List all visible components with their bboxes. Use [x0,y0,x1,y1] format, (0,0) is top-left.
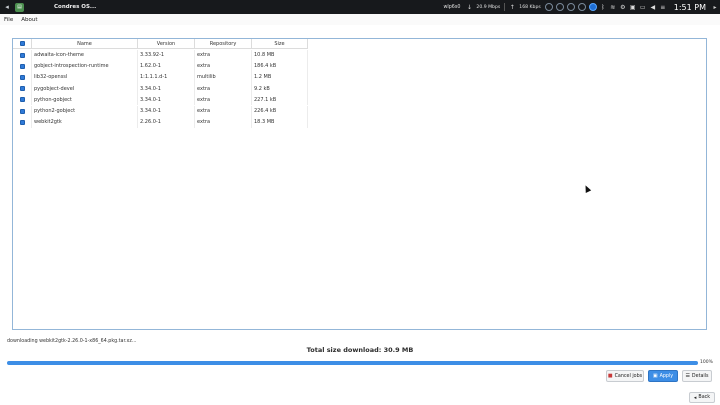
package-size: 227.1 kB [252,94,308,106]
row-checkbox[interactable] [19,63,25,69]
update-notifier-icon[interactable] [588,3,597,11]
package-version: 3.34.0-1 [138,105,195,117]
select-all-header[interactable] [13,39,32,49]
upload-rate: 168 Kbps [519,4,541,10]
package-version: 3.33.92-1 [138,49,195,61]
trash-icon: ■ [607,373,613,379]
table-row[interactable]: gobject-introspection-runtime 1.62.0-1 e… [13,60,308,72]
table-row[interactable]: adwaita-icon-theme 3.33.92-1 extra 10.8 … [13,49,308,61]
package-version: 1.62.0-1 [138,60,195,72]
app-menu-icon[interactable]: ◂ [0,0,14,14]
menu-bar: File About [0,14,720,25]
package-size: 1.2 MB [252,71,308,84]
clock[interactable]: 1:51 PM [674,3,706,12]
package-size: 186.4 kB [252,60,308,72]
app-icon[interactable]: ▤ [15,2,24,12]
menu-lines-icon[interactable]: ≡ [660,4,666,11]
swap-monitor-icon[interactable] [566,3,575,11]
back-label: Back [698,395,711,400]
table-row[interactable]: python-gobject 3.34.0-1 extra 227.1 kB [13,94,308,106]
back-button[interactable]: ◂ Back [689,392,715,403]
cancel-jobs-label: Cancel jobs [614,373,643,379]
row-checkbox[interactable] [19,108,25,114]
bluetooth-icon[interactable]: ᛒ [600,4,606,11]
clipboard-icon[interactable]: ▣ [630,4,636,11]
progress-percent: 100% [700,360,713,365]
column-header-version[interactable]: Version [138,39,195,49]
apply-icon: ▣ [652,373,658,379]
details-icon: ☰ [685,373,690,379]
package-version: 3.34.0-1 [138,83,195,95]
download-arrow-icon: ↓ [466,3,472,11]
package-name: gobject-introspection-runtime [32,60,138,72]
select-all-checkbox[interactable] [19,41,25,46]
settings-icon[interactable]: ⚙ [620,4,626,11]
package-repository: extra [195,116,252,128]
battery-icon[interactable]: ▭ [640,4,646,11]
column-header-size[interactable]: Size [252,39,308,49]
apply-button[interactable]: ▣ Apply [648,370,678,382]
package-repository: extra [195,83,252,95]
download-progress-fill [7,361,698,365]
details-button[interactable]: ☰ Details [682,370,712,382]
download-progress-bar [7,361,698,365]
wifi-icon[interactable]: ≋ [610,4,616,11]
package-name: python-gobject [32,94,138,106]
memory-monitor-icon[interactable] [555,3,564,11]
window-title: Condres OS... [54,4,97,10]
package-size: 9.2 kB [252,83,308,95]
package-size: 18.3 MB [252,116,308,128]
network-name: wlp6s0 [443,4,461,10]
separator [504,3,506,11]
row-checkbox[interactable] [19,86,25,92]
package-table: Name Version Repository Size adwaita-ico… [12,38,707,330]
cancel-jobs-button[interactable]: ■ Cancel jobs [606,370,644,382]
menu-about[interactable]: About [21,17,37,23]
package-name: webkit2gtk [32,116,138,128]
table-row[interactable]: lib32-openssl 1:1.1.1.d-1 multilib 1.2 M… [13,71,308,84]
column-header-name[interactable]: Name [32,39,138,49]
package-repository: extra [195,105,252,117]
cpu-monitor-icon[interactable] [544,3,553,11]
table-row[interactable]: webkit2gtk 2.26.0-1 extra 18.3 MB [13,116,308,128]
column-header-repository[interactable]: Repository [195,39,252,49]
disk-monitor-icon[interactable] [577,3,586,11]
package-name: pygobject-devel [32,83,138,95]
upload-arrow-icon: ↑ [509,3,515,11]
back-icon: ◂ [693,394,697,401]
package-version: 1:1.1.1.d-1 [138,71,195,84]
package-version: 2.26.0-1 [138,116,195,128]
package-size: 10.8 MB [252,49,308,61]
row-checkbox[interactable] [19,52,25,58]
menu-file[interactable]: File [4,17,13,23]
details-label: Details [691,373,709,379]
total-download-size: Total size download: 30.9 MB [306,346,414,354]
package-name: adwaita-icon-theme [32,49,138,61]
row-checkbox[interactable] [19,97,25,103]
package-repository: multilib [195,71,252,84]
row-checkbox[interactable] [19,74,25,80]
table-header: Name Version Repository Size [13,39,308,49]
package-name: python2-gobject [32,105,138,117]
table-row[interactable]: pygobject-devel 3.34.0-1 extra 9.2 kB [13,83,308,95]
volume-icon[interactable]: ◀ [650,4,656,11]
package-version: 3.34.0-1 [138,94,195,106]
table-row[interactable]: python2-gobject 3.34.0-1 extra 226.4 kB [13,105,308,117]
package-size: 226.4 kB [252,105,308,117]
package-repository: extra [195,94,252,106]
package-repository: extra [195,49,252,61]
top-panel: ◂ ▤ Condres OS... wlp6s0 ↓ 20.9 Mbps ↑ 1… [0,0,720,14]
apply-label: Apply [659,373,674,379]
show-desktop-icon[interactable]: ▸ [710,0,720,14]
status-message: downloading webkit2gtk-2.26.0-1-x86_64.p… [7,339,137,344]
package-repository: extra [195,60,252,72]
package-name: lib32-openssl [32,71,138,84]
download-rate: 20.9 Mbps [476,4,501,10]
row-checkbox[interactable] [19,119,25,125]
